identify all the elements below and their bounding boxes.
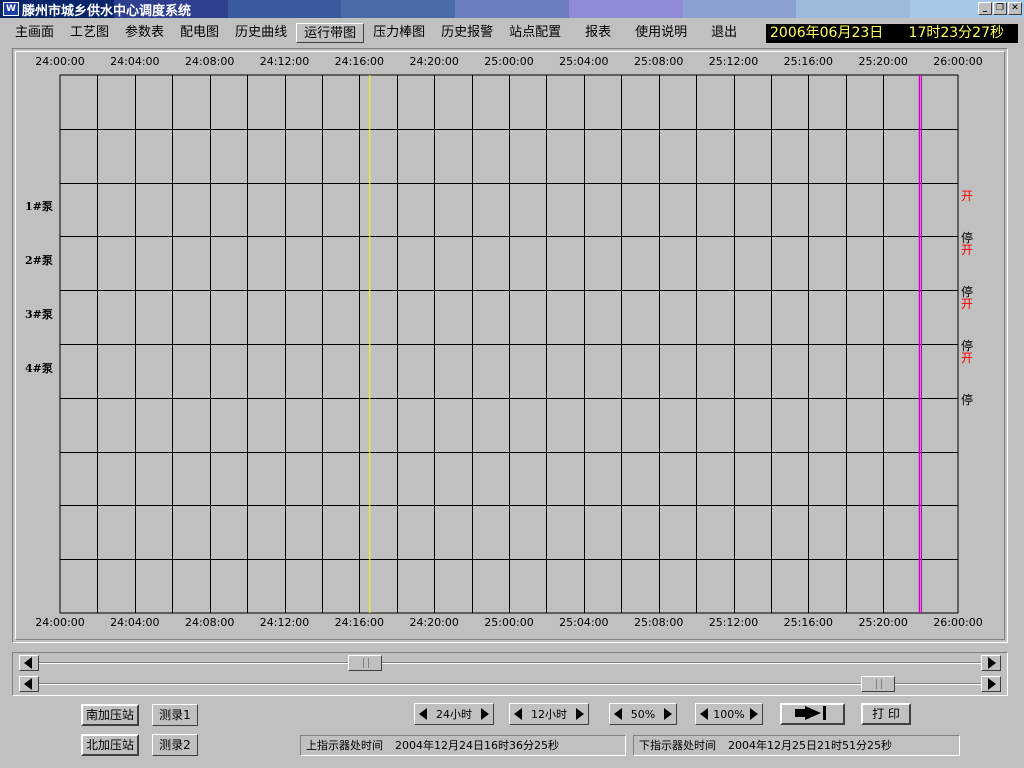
right-arrow-icon: [664, 708, 672, 720]
lower-scrollbar[interactable]: [19, 676, 1001, 692]
scroll-right-arrow[interactable]: [981, 655, 1001, 671]
record2-button[interactable]: 测录2: [152, 734, 198, 756]
scroll-right-arrow[interactable]: [981, 676, 1001, 692]
right-arrow-icon: [576, 708, 584, 720]
print-button[interactable]: 打 印: [861, 703, 911, 725]
right-arrow-icon: [750, 708, 758, 720]
upper-indicator-label: 上指示器处时间: [306, 739, 383, 752]
go-to-end-button[interactable]: [780, 703, 845, 725]
range-12h-label: 12小时: [531, 708, 567, 721]
scroll-left-arrow[interactable]: [19, 676, 39, 692]
zoom-100-label: 100%: [713, 707, 745, 721]
scroll-track[interactable]: [39, 683, 981, 685]
upper-indicator-status: 上指示器处时间 2004年12月24日16时36分25秒: [300, 735, 626, 756]
left-arrow-icon: [514, 708, 522, 720]
range-12h-button[interactable]: 12小时: [509, 703, 589, 725]
scroll-track[interactable]: [39, 662, 981, 664]
left-arrow-icon: [419, 708, 427, 720]
upper-indicator-value: 2004年12月24日16时36分25秒: [395, 739, 559, 752]
zoom-100-button[interactable]: 100%: [695, 703, 763, 725]
run-band-chart: [59, 74, 959, 614]
go-to-end-icon: [794, 706, 826, 720]
lower-indicator-value: 2004年12月25日21时51分25秒: [728, 739, 892, 752]
zoom-50-button[interactable]: 50%: [609, 703, 677, 725]
lower-indicator-status: 下指示器处时间 2004年12月25日21时51分25秒: [633, 735, 960, 756]
scroll-panel: [12, 652, 1008, 696]
left-arrow-icon: [614, 708, 622, 720]
upper-scrollbar[interactable]: [19, 655, 1001, 671]
range-24h-label: 24小时: [436, 708, 472, 721]
upper-scroll-thumb[interactable]: [347, 655, 382, 671]
lower-indicator-label: 下指示器处时间: [639, 739, 716, 752]
zoom-50-label: 50%: [630, 707, 656, 721]
north-station-button[interactable]: 北加压站: [81, 734, 139, 756]
scroll-left-arrow[interactable]: [19, 655, 39, 671]
record1-button[interactable]: 测录1: [152, 704, 198, 726]
left-arrow-icon: [700, 708, 708, 720]
right-arrow-icon: [481, 708, 489, 720]
south-station-button[interactable]: 南加压站: [81, 704, 139, 726]
range-24h-button[interactable]: 24小时: [414, 703, 494, 725]
lower-scroll-thumb[interactable]: [860, 676, 895, 692]
